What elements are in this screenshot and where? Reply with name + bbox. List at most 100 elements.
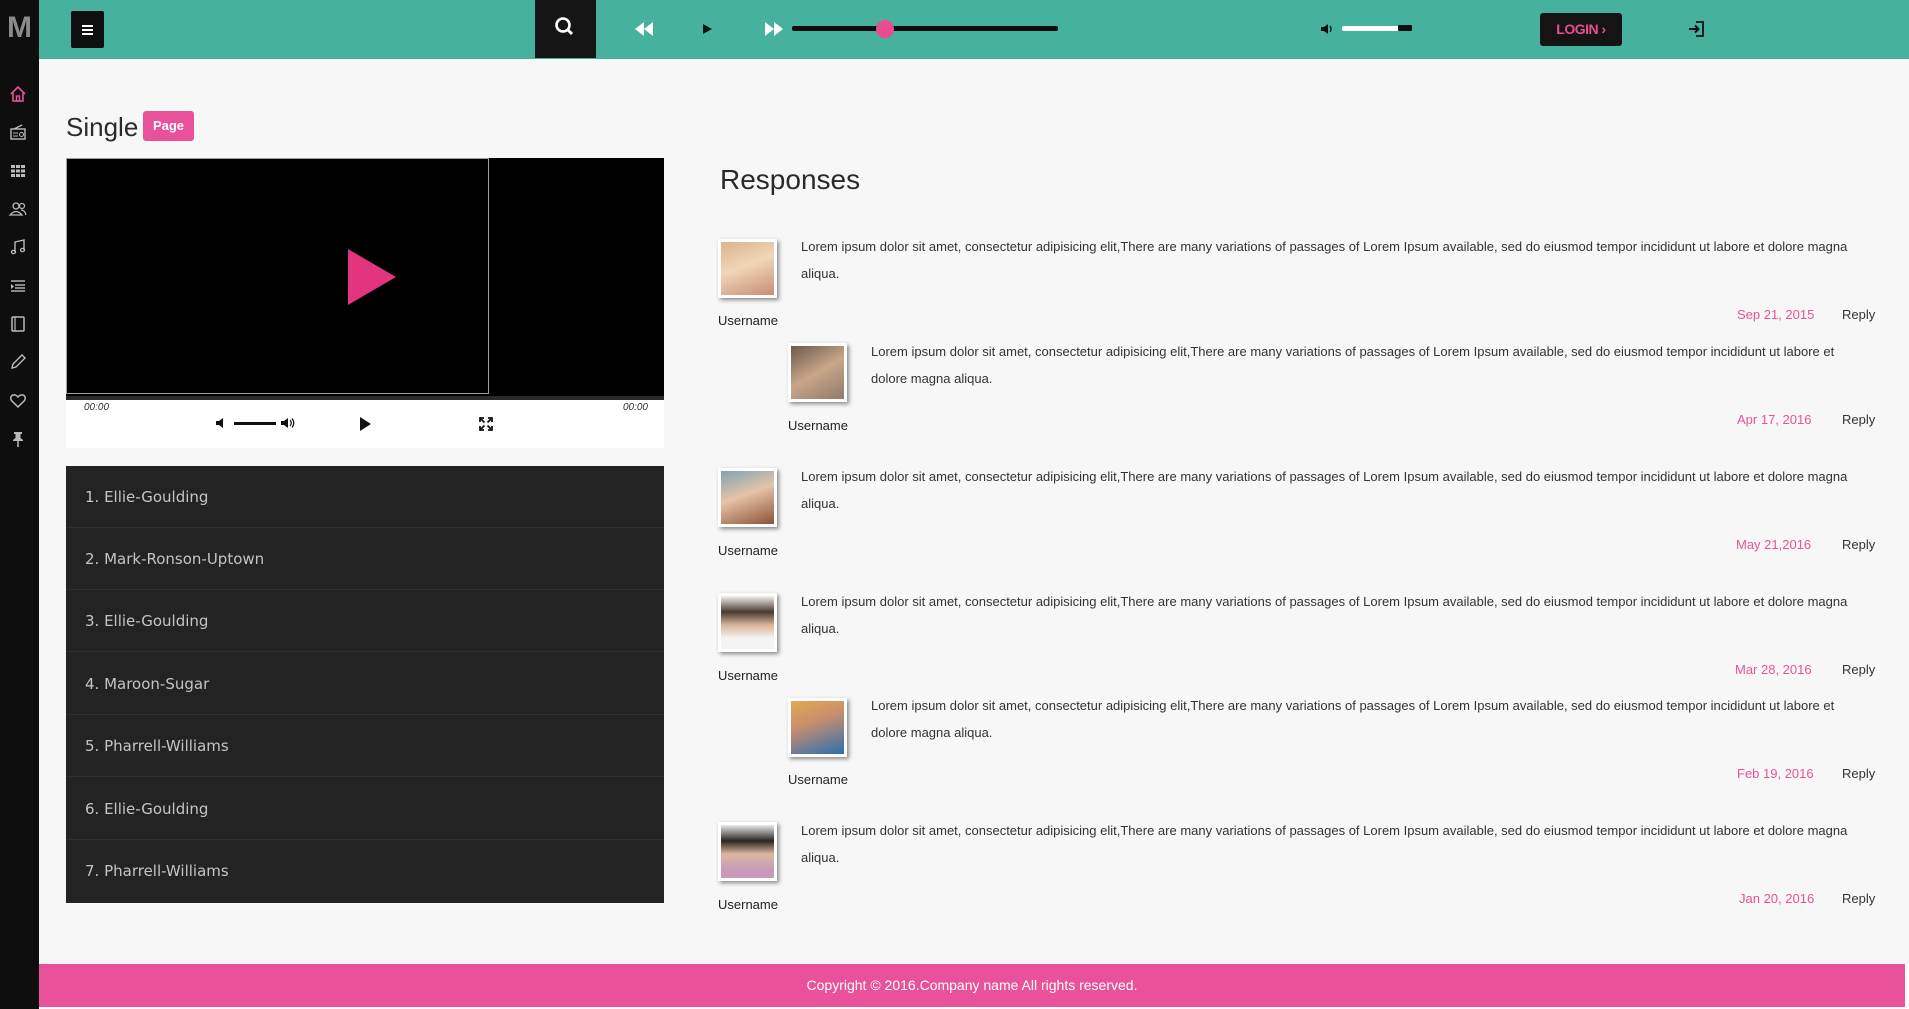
avatar[interactable] bbox=[718, 822, 777, 881]
comment-text: Lorem ipsum dolor sit amet, consectetur … bbox=[801, 817, 1847, 871]
comment-text: Lorem ipsum dolor sit amet, consectetur … bbox=[871, 338, 1834, 392]
playlist-item-label: 3. Ellie-Goulding bbox=[85, 612, 209, 630]
footer: Copyright © 2016.Company name All rights… bbox=[39, 964, 1905, 1007]
search-icon bbox=[555, 17, 574, 36]
search-button[interactable] bbox=[535, 0, 596, 58]
chevron-right-icon: › bbox=[1598, 21, 1607, 37]
heart-icon[interactable] bbox=[8, 391, 30, 413]
playlist: 1. Ellie-Goulding 2. Mark-Ronson-Uptown … bbox=[66, 466, 664, 903]
comment-text: Lorem ipsum dolor sit amet, consectetur … bbox=[871, 692, 1834, 746]
playlist-item[interactable]: 6. Ellie-Goulding bbox=[66, 778, 664, 840]
comment-text-line: dolore magna aliqua. bbox=[871, 371, 993, 386]
playlist-item[interactable]: 3. Ellie-Goulding bbox=[66, 590, 664, 652]
playlist-item-label: 4. Maroon-Sugar bbox=[85, 675, 210, 693]
seek-bar[interactable] bbox=[792, 26, 1058, 31]
reply-link[interactable]: Reply bbox=[1842, 537, 1875, 552]
video-thumbnail bbox=[66, 158, 489, 394]
comment-text-line: aliqua. bbox=[801, 850, 840, 865]
comment-username[interactable]: Username bbox=[788, 418, 848, 433]
avatar[interactable] bbox=[718, 468, 777, 527]
comment-date: Apr 17, 2016 bbox=[1737, 412, 1812, 427]
comment-username[interactable]: Username bbox=[788, 772, 848, 787]
reply-link[interactable]: Reply bbox=[1842, 662, 1875, 677]
comment-text-line: Lorem ipsum dolor sit amet, consectetur … bbox=[871, 698, 1835, 713]
reply-link[interactable]: Reply bbox=[1842, 766, 1875, 781]
copyright-text: Copyright © 2016.Company name All rights… bbox=[806, 977, 1138, 993]
menu-button[interactable] bbox=[71, 11, 104, 48]
sign-in-icon bbox=[1689, 21, 1704, 37]
playlist-item[interactable]: 5. Pharrell-Williams bbox=[66, 715, 664, 777]
comment-text-line: Lorem ipsum dolor sit amet, consectetur … bbox=[801, 469, 1848, 484]
home-icon[interactable] bbox=[8, 84, 30, 106]
video-volume-slider[interactable] bbox=[234, 422, 276, 425]
playlist-item-label: 6. Ellie-Goulding bbox=[85, 800, 209, 818]
playlist-item[interactable]: 2. Mark-Ronson-Uptown bbox=[66, 528, 664, 590]
mute-icon[interactable] bbox=[214, 416, 228, 430]
page-title: Single bbox=[66, 112, 139, 142]
playlist-item-label: 2. Mark-Ronson-Uptown bbox=[85, 550, 265, 568]
video-player[interactable] bbox=[66, 158, 664, 398]
volume-slider-end bbox=[1398, 25, 1412, 31]
pin-icon[interactable] bbox=[8, 429, 30, 451]
login-label: LOGIN bbox=[1556, 21, 1599, 37]
avatar[interactable] bbox=[788, 698, 847, 757]
pencil-icon[interactable] bbox=[8, 352, 30, 374]
comment-text-line: aliqua. bbox=[801, 496, 840, 511]
video-play-icon[interactable] bbox=[358, 416, 372, 432]
rewind-icon bbox=[635, 22, 653, 36]
video-time-current: 00:00 bbox=[84, 402, 110, 413]
video-controls: 00:00 00:00 bbox=[66, 400, 664, 448]
users-icon[interactable] bbox=[8, 199, 30, 221]
playlist-item[interactable]: 7. Pharrell-Williams bbox=[66, 840, 664, 902]
music-icon[interactable] bbox=[8, 237, 30, 259]
volume-up-icon[interactable] bbox=[280, 416, 296, 430]
sign-in-button[interactable] bbox=[1685, 18, 1709, 40]
comment-date: Mar 28, 2016 bbox=[1735, 662, 1812, 677]
comment-text: Lorem ipsum dolor sit amet, consectetur … bbox=[801, 233, 1847, 287]
comment-text-line: Lorem ipsum dolor sit amet, consectetur … bbox=[801, 594, 1848, 609]
comment-username[interactable]: Username bbox=[718, 668, 778, 683]
comment-username[interactable]: Username bbox=[718, 897, 778, 912]
sidebar: M bbox=[0, 0, 39, 1009]
comment-text: Lorem ipsum dolor sit amet, consectetur … bbox=[801, 463, 1847, 517]
play-overlay-icon[interactable] bbox=[344, 246, 400, 308]
responses-title: Responses bbox=[720, 164, 861, 195]
playlist-item-label: 7. Pharrell-Williams bbox=[85, 862, 229, 880]
comment-text-line: aliqua. bbox=[801, 621, 840, 636]
page-badge: Page bbox=[143, 111, 194, 141]
seek-handle[interactable] bbox=[876, 20, 895, 38]
comment-username[interactable]: Username bbox=[718, 313, 778, 328]
fast-forward-icon bbox=[765, 22, 783, 36]
reply-link[interactable]: Reply bbox=[1842, 891, 1875, 906]
radio-icon[interactable] bbox=[8, 122, 30, 144]
volume-icon bbox=[1321, 24, 1332, 34]
comment-date: Sep 21, 2015 bbox=[1737, 307, 1815, 322]
video-time-total: 00:00 bbox=[622, 402, 648, 413]
avatar[interactable] bbox=[718, 239, 777, 298]
comment-date: May 21,2016 bbox=[1736, 537, 1812, 552]
login-button[interactable]: LOGIN › bbox=[1540, 13, 1622, 46]
play-button[interactable] bbox=[695, 18, 719, 40]
reply-link[interactable]: Reply bbox=[1842, 307, 1875, 322]
playlist-item-label: 1. Ellie-Goulding bbox=[85, 488, 209, 506]
avatar[interactable] bbox=[788, 343, 847, 402]
reply-link[interactable]: Reply bbox=[1842, 412, 1875, 427]
fullscreen-icon[interactable] bbox=[478, 416, 494, 432]
comment-text-line: Lorem ipsum dolor sit amet, consectetur … bbox=[871, 344, 1835, 359]
brand-logo[interactable]: M bbox=[0, 8, 39, 48]
volume-button[interactable] bbox=[1316, 18, 1340, 40]
grid-icon[interactable] bbox=[8, 161, 30, 183]
fast-forward-button[interactable] bbox=[762, 18, 786, 40]
comment-username[interactable]: Username bbox=[718, 543, 778, 558]
comment-date: Feb 19, 2016 bbox=[1737, 766, 1814, 781]
playlist-item[interactable]: 1. Ellie-Goulding bbox=[66, 466, 664, 528]
book-icon[interactable] bbox=[8, 314, 30, 336]
rewind-button[interactable] bbox=[632, 18, 656, 40]
playlist-item-label: 5. Pharrell-Williams bbox=[85, 737, 229, 755]
hamburger-icon bbox=[82, 25, 93, 35]
comment-text: Lorem ipsum dolor sit amet, consectetur … bbox=[801, 588, 1847, 642]
playlist-icon[interactable] bbox=[8, 276, 30, 298]
avatar[interactable] bbox=[718, 593, 777, 652]
comment-text-line: Lorem ipsum dolor sit amet, consectetur … bbox=[801, 823, 1848, 838]
playlist-item[interactable]: 4. Maroon-Sugar bbox=[66, 653, 664, 715]
